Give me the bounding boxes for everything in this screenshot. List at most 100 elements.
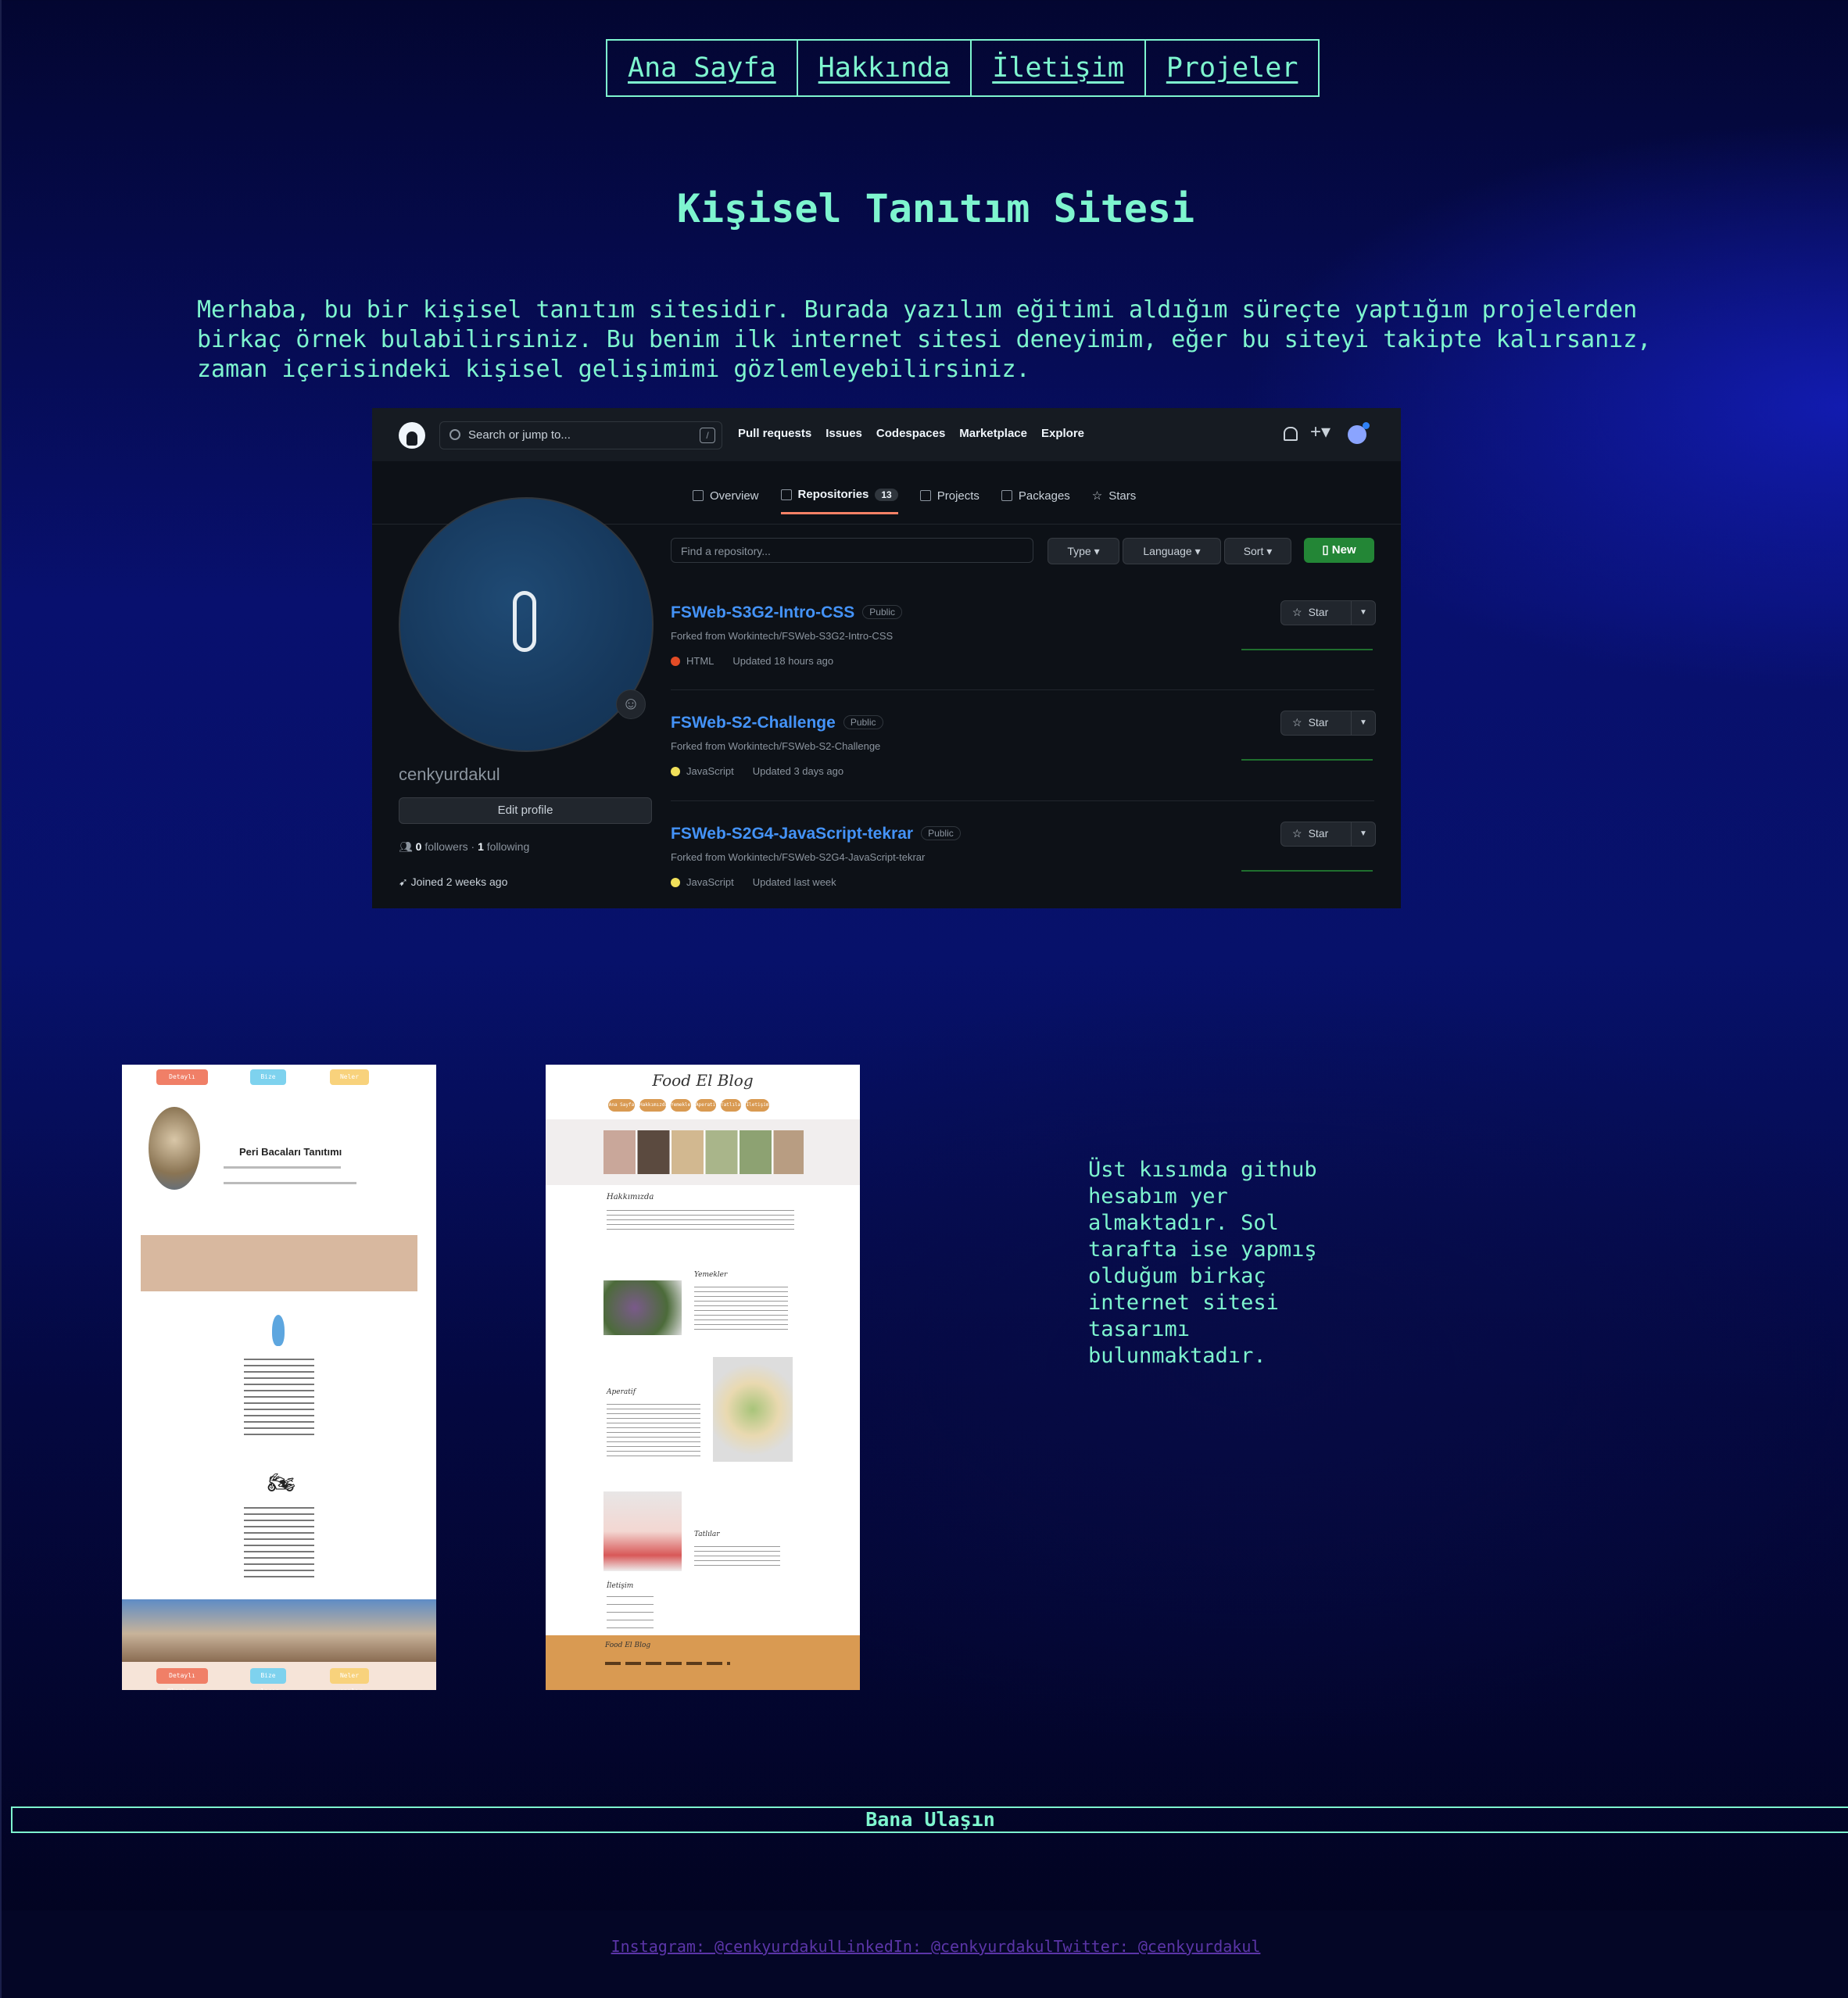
project-thumbnail-peri-bacalari: Detaylı Planlama Bize ulaşın Neler yapıl…: [122, 1065, 436, 1690]
project2-pill: Aperatif: [696, 1099, 718, 1112]
project2-footer-title: Food El Blog: [605, 1642, 651, 1649]
star-label: Star: [1308, 716, 1329, 729]
following-label: following: [486, 840, 530, 853]
tab-projects-label: Projects: [937, 489, 980, 503]
github-search: Search or jump to... /: [439, 421, 722, 449]
tab-stars-label: Stars: [1108, 489, 1137, 503]
repo-updated: Updated 3 days ago: [752, 765, 844, 777]
profile-username: cenkyurdakul: [399, 764, 500, 784]
food-photo: [603, 1491, 682, 1571]
star-button: ☆ Star ▼: [1280, 711, 1376, 736]
bell-icon: [1284, 427, 1298, 441]
info-band: [141, 1235, 417, 1291]
people-icon: 👥︎: [399, 840, 416, 853]
twitter-link[interactable]: Twitter: @cenkyurdakul: [1054, 1937, 1261, 1956]
project1-footer-pill: Neler yapılır: [330, 1668, 369, 1690]
tab-stars: ☆ Stars: [1092, 488, 1136, 514]
github-profile-tabs: Overview Repositories 13 Projects Package…: [693, 488, 1136, 514]
balloon-icon: [272, 1315, 285, 1346]
public-badge: Public: [862, 605, 902, 619]
repo-icon: ▯: [1322, 543, 1332, 557]
edit-profile-button: Edit profile: [399, 797, 652, 824]
language-filter-label: Language: [1143, 545, 1192, 557]
github-nav-codespaces: Codespaces: [876, 427, 946, 440]
github-nav-issues: Issues: [826, 427, 862, 440]
package-icon: [1001, 490, 1012, 501]
chevron-down-icon: ▼: [1351, 601, 1375, 625]
tab-overview: Overview: [693, 488, 759, 514]
footer-links: [605, 1662, 730, 1665]
repo-divider: [671, 800, 1374, 801]
nav-link-home[interactable]: Ana Sayfa: [607, 41, 798, 95]
repo-name: FSWeb-S2G4-JavaScript-tekrar: [671, 825, 914, 843]
repo-updated: Updated 18 hours ago: [732, 655, 834, 667]
text-line: [224, 1182, 356, 1184]
page-title: Kişisel Tanıtım Sitesi: [676, 186, 1195, 231]
section-heading: Hakkımızda: [607, 1193, 654, 1201]
food-photo: [713, 1357, 793, 1462]
repo-divider: [671, 689, 1374, 690]
public-badge: Public: [921, 826, 961, 840]
followers-label: followers: [424, 840, 468, 853]
text-block: [607, 1596, 654, 1631]
plus-icon: +▾: [1310, 421, 1331, 442]
rocket-icon: ➹: [399, 875, 411, 888]
intro-paragraph: Merhaba, bu bir kişisel tanıtım sitesidi…: [197, 296, 1652, 383]
nav-link-about[interactable]: Hakkında: [798, 41, 972, 95]
repo-fork-source: Forked from Workintech/FSWeb-S2G4-JavaSc…: [671, 851, 926, 863]
text-line: [224, 1166, 341, 1169]
text-block: [607, 1210, 794, 1234]
project2-pill: Tatlılar: [721, 1099, 743, 1112]
repo-item: FSWeb-S3G2-Intro-CSS Public Forked from W…: [671, 600, 1376, 713]
language-dot: [671, 877, 680, 887]
tab-repositories: Repositories 13: [780, 488, 898, 514]
projects-description: Üst kısımda github hesabım yer almaktadı…: [1088, 1158, 1317, 1368]
language-dot: [671, 766, 680, 776]
github-nav-explore: Explore: [1041, 427, 1085, 440]
project1-pill: Detaylı Planlama: [156, 1069, 208, 1096]
tab-packages-label: Packages: [1018, 489, 1070, 503]
new-button-label: New: [1331, 543, 1356, 557]
language-filter-button: Language ▾: [1123, 538, 1221, 564]
book-icon: [693, 490, 704, 501]
activity-sparkline: [1241, 759, 1373, 761]
followers-count: 0: [415, 840, 422, 853]
joined-text: Joined 2 weeks ago: [410, 875, 508, 888]
activity-sparkline: [1241, 649, 1373, 650]
project2-pill: Hakkımızda: [639, 1099, 668, 1112]
paperclip-icon: [513, 591, 536, 652]
food-photo-strip: [603, 1130, 804, 1174]
project1-pill: Neler yapılır: [330, 1069, 369, 1096]
main-nav: Ana Sayfa Hakkında İletişim Projeler: [606, 39, 1320, 97]
chevron-down-icon: ▼: [1351, 711, 1375, 735]
instagram-link[interactable]: Instagram: @cenkyurdakul: [611, 1937, 837, 1956]
tab-projects: Projects: [919, 488, 980, 514]
text-block: [244, 1507, 314, 1579]
find-repository-input: Find a repository...: [671, 538, 1033, 563]
github-topnav: Pull requests Issues Codespaces Marketpl…: [738, 427, 1084, 440]
nav-link-contact[interactable]: İletişim: [972, 41, 1146, 95]
contact-heading: Bana Ulaşın: [11, 1806, 1848, 1833]
repo-icon: [780, 489, 792, 500]
github-logo-icon: [399, 422, 425, 449]
project2-title: Food El Blog: [652, 1071, 754, 1090]
section-heading: İletişim: [607, 1582, 634, 1590]
cappadocia-photo: [149, 1107, 200, 1190]
following-count: 1: [478, 840, 484, 853]
search-shortcut-key: /: [700, 428, 715, 443]
project2-pill: İletişim: [746, 1099, 769, 1112]
section-heading: Aperatif: [607, 1388, 636, 1396]
text-block: [607, 1404, 700, 1457]
linkedin-link[interactable]: LinkedIn: @cenkyurdakul: [837, 1937, 1054, 1956]
joined-info: ➹ Joined 2 weeks ago: [399, 875, 507, 889]
page-footer: Instagram: @cenkyurdakulLinkedIn: @cenky…: [2, 1910, 1848, 1998]
follow-stats: 👥︎ 0 followers · 1 following: [399, 840, 530, 853]
project-thumbnail-food-el-blog: Food El Blog Ana Sayfa Hakkımızda Yemekl…: [546, 1065, 860, 1690]
repo-count-badge: 13: [875, 488, 898, 501]
nav-link-projects[interactable]: Projeler: [1146, 41, 1319, 95]
sort-filter-label: Sort: [1243, 545, 1264, 557]
smiley-icon: ☺: [616, 689, 646, 719]
github-header: Search or jump to... / Pull requests Iss…: [372, 408, 1401, 461]
tab-overview-label: Overview: [710, 489, 759, 503]
project2-pill: Ana Sayfa: [608, 1099, 635, 1112]
